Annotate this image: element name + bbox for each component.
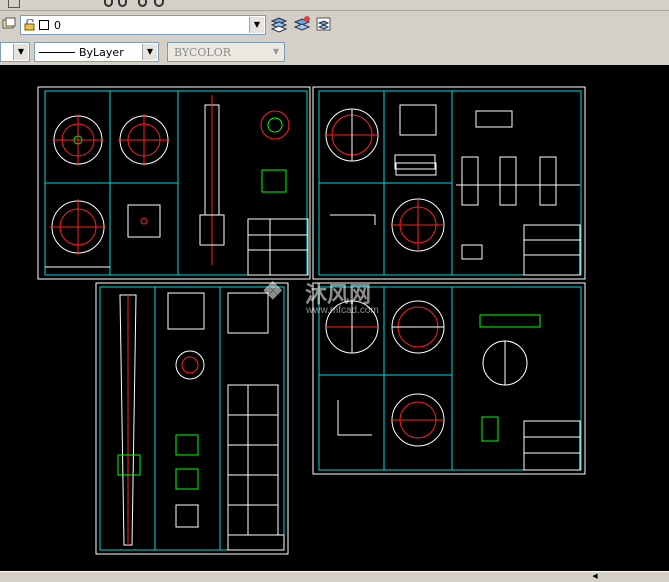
scroll-left-icon[interactable]: ◀ <box>590 572 600 581</box>
watermark-logo-icon: ❖ <box>262 278 284 305</box>
linetype-sample-line <box>39 52 75 53</box>
chevron-down-icon[interactable]: ▼ <box>249 17 264 33</box>
layers-toolbar: 0 ▼ <box>0 11 669 39</box>
undo-icon[interactable] <box>8 0 20 8</box>
status-bar: ◀ <box>0 571 669 582</box>
drawing-sheet-2 <box>312 86 586 280</box>
zoom-window-icon[interactable] <box>138 0 147 7</box>
zoom-icon[interactable] <box>104 0 113 7</box>
watermark-url: www.mfcad.com <box>306 305 379 316</box>
drawing-sheet-1 <box>37 86 311 280</box>
color-dropdown-icon[interactable]: ▼ <box>13 44 28 60</box>
pan-icon[interactable] <box>118 0 127 7</box>
layer-manager-icon[interactable] <box>2 16 16 30</box>
layer-lock-icon[interactable] <box>24 18 36 31</box>
drawing-sheet-3 <box>95 282 289 555</box>
layer-color-swatch-icon[interactable] <box>39 20 49 30</box>
layer-previous-icon[interactable] <box>270 15 288 33</box>
plotstyle-dropdown[interactable]: BYCOLOR ▼ <box>167 42 285 62</box>
drawing-canvas[interactable]: ❖ 沐风网 www.mfcad.com <box>0 65 669 571</box>
linetype-value: ByLayer <box>79 46 124 59</box>
chevron-down-icon[interactable]: ▼ <box>269 44 283 60</box>
zoom-previous-icon[interactable] <box>154 0 164 7</box>
layer-states-icon[interactable] <box>293 15 311 33</box>
linetype-dropdown[interactable]: ByLayer ▼ <box>34 42 159 62</box>
current-layer-name: 0 <box>54 19 61 32</box>
properties-toolbar: ▼ ByLayer ▼ BYCOLOR ▼ <box>0 38 669 66</box>
layer-dropdown[interactable]: 0 ▼ <box>20 15 266 35</box>
chevron-down-icon[interactable]: ▼ <box>142 44 157 60</box>
layer-isolate-icon[interactable] <box>315 15 333 33</box>
top-toolbar-strip <box>0 0 669 11</box>
color-dropdown[interactable]: ▼ <box>0 42 30 62</box>
plotstyle-value: BYCOLOR <box>174 46 231 59</box>
cad-drawing <box>37 86 586 555</box>
